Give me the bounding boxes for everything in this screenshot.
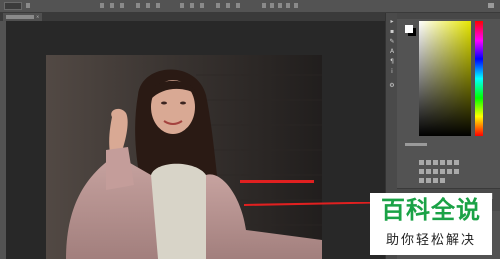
3d-mode-icon[interactable] (294, 3, 298, 8)
3d-mode-icon[interactable] (286, 3, 290, 8)
distribute-icon[interactable] (156, 3, 160, 8)
document-tab[interactable]: × (3, 13, 43, 21)
history-icon[interactable]: ▸ (389, 19, 395, 25)
distribute-icon[interactable] (216, 3, 220, 8)
distribute-icon[interactable] (180, 3, 184, 8)
settings-icon[interactable]: ⚙ (389, 83, 395, 89)
threshold-icon[interactable] (426, 178, 431, 183)
adjustments-title (405, 141, 427, 146)
3d-mode-icon[interactable] (278, 3, 282, 8)
close-icon[interactable]: × (36, 14, 39, 19)
document-tab-label (6, 15, 34, 19)
document-canvas[interactable] (46, 55, 322, 259)
hue-slider[interactable] (475, 21, 483, 136)
adjustment-icons-row-2 (419, 159, 461, 174)
3d-mode-icon[interactable] (262, 3, 266, 8)
tool-preset-field[interactable] (4, 2, 22, 10)
align-icon[interactable] (100, 3, 104, 8)
annotation-text-mark (240, 180, 314, 183)
adjustment-icons-row-3 (419, 168, 447, 183)
selective-color-icon[interactable] (440, 178, 445, 183)
gradient-map-icon[interactable] (433, 178, 438, 183)
distribute-icon[interactable] (226, 3, 230, 8)
photo-image (46, 55, 322, 259)
color-panel-header (397, 13, 500, 19)
brush-icon[interactable]: ✎ (389, 39, 395, 45)
paragraph-icon[interactable]: ¶ (389, 59, 395, 65)
color-lookup-icon[interactable] (447, 169, 452, 174)
adjustment-icons-row-1 (419, 150, 461, 165)
align-icon[interactable] (110, 3, 114, 8)
distribute-icon[interactable] (136, 3, 140, 8)
distribute-icon[interactable] (190, 3, 194, 8)
posterize-icon[interactable] (419, 178, 424, 183)
properties-icon[interactable]: ▪ (389, 29, 395, 35)
align-icon[interactable] (120, 3, 124, 8)
color-picker-field[interactable] (419, 21, 471, 136)
annotation-text (240, 179, 314, 185)
adjustments-title-mark (405, 142, 427, 146)
invert-icon[interactable] (454, 169, 459, 174)
foreground-color-swatch[interactable] (405, 25, 413, 33)
distribute-icon[interactable] (200, 3, 204, 8)
character-icon[interactable]: A (389, 49, 395, 55)
distribute-icon[interactable] (146, 3, 150, 8)
watermark-title: 百科全说 (381, 196, 481, 224)
document-tab-bar: × (0, 13, 385, 21)
options-bar (0, 0, 500, 13)
distribute-icon[interactable] (236, 3, 240, 8)
workspace-icon[interactable] (488, 3, 494, 8)
watermark-subtitle: 助你轻松解决 (385, 233, 476, 248)
3d-mode-icon[interactable] (270, 3, 274, 8)
move-tool-icon[interactable] (26, 3, 30, 8)
watermark-logo: 百科全说 助你轻松解决 (370, 193, 492, 255)
info-icon[interactable]: i (389, 69, 395, 75)
